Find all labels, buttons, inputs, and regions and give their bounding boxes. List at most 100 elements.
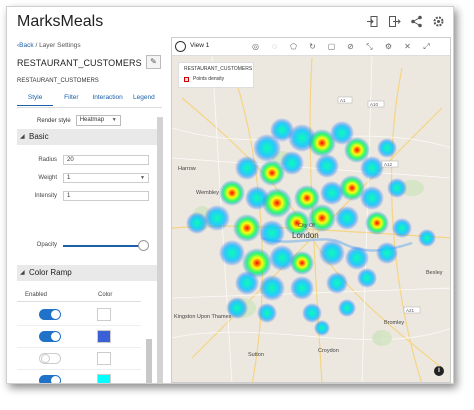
app-title: MarksMeals — [17, 13, 104, 30]
place-label-city-of: City Of — [298, 223, 315, 229]
collapse-triangle-icon: ◢ — [20, 270, 25, 276]
weight-value: 1 — [67, 175, 71, 181]
dataset-name: RESTAURANT_CUSTOMERS — [17, 58, 142, 68]
enabled-column-header: Enabled — [25, 292, 48, 298]
app-header: MarksMeals — [7, 7, 453, 37]
ramp-toggle-3[interactable] — [39, 353, 61, 364]
render-style-label: Render style — [37, 117, 71, 124]
radius-input[interactable]: 20 — [63, 155, 149, 165]
info-icon[interactable]: i — [434, 366, 444, 376]
dataset-subtitle: RESTAURANT_CUSTOMERS — [17, 78, 99, 84]
ramp-color-swatch-4[interactable] — [97, 374, 111, 383]
place-label-kingston: Kingston Upon Thames — [174, 314, 232, 320]
lasso-icon[interactable]: ◌ — [269, 41, 280, 52]
svg-text:A12: A12 — [384, 162, 393, 167]
header-actions — [366, 15, 445, 28]
collapse-triangle-icon: ◢ — [20, 134, 25, 140]
radius-value: 20 — [67, 157, 74, 163]
toggle-knob — [51, 332, 60, 341]
app-window: MarksMeals ‹Back / Layer Settings RESTAU… — [6, 6, 454, 384]
opacity-slider-thumb[interactable] — [138, 240, 149, 251]
ramp-header-divider — [17, 301, 141, 302]
legend-layer-name: RESTAURANT_CUSTOMERS — [184, 66, 253, 72]
place-label-london: London — [292, 231, 319, 240]
place-label-wembley: Wembley — [196, 190, 219, 196]
breadcrumb: ‹Back / Layer Settings — [17, 42, 81, 49]
settings-icon[interactable]: ⚙ — [383, 41, 394, 52]
basic-section-header[interactable]: ◢ Basic — [17, 129, 157, 145]
target-icon[interactable]: ◎ — [250, 41, 261, 52]
measure-icon[interactable]: ⤡ — [364, 41, 375, 52]
place-label-harrow: Harrow — [178, 166, 196, 172]
ramp-color-swatch-1[interactable] — [97, 308, 111, 321]
map-tool-icons: ◎ ◌ ⬠ ↻ ▢ ⊘ ⤡ ⚙ ✕ ⤢ — [250, 41, 432, 52]
intensity-label: Intensity — [34, 193, 57, 199]
svg-text:A10: A10 — [370, 102, 379, 107]
sign-out-icon[interactable] — [388, 15, 401, 28]
chevron-down-icon: ▼ — [140, 175, 145, 181]
opacity-label: Opacity — [36, 242, 57, 248]
ramp-color-swatch-2[interactable] — [97, 330, 111, 343]
weight-label: Weight — [38, 175, 57, 181]
intensity-input[interactable]: 1 — [63, 191, 149, 201]
svg-text:A1: A1 — [340, 98, 346, 103]
panel-scrollbar[interactable] — [157, 117, 163, 383]
render-style-value: Heatmap — [79, 117, 105, 123]
basic-section-title: Basic — [29, 132, 49, 141]
polygon-icon[interactable]: ⬠ — [288, 41, 299, 52]
breadcrumb-separator: / — [35, 42, 38, 49]
map-view[interactable]: A1 A12 A10 A21 View 1 ◎ ◌ ⬠ ↻ ▢ ⊘ ⤡ ⚙ ✕ … — [171, 37, 451, 383]
settings-tabs: Style Filter Interaction Legend — [17, 94, 162, 106]
expand-icon[interactable]: ⤢ — [421, 41, 432, 52]
radius-label: Radius — [38, 157, 57, 163]
row-divider — [17, 369, 141, 370]
place-label-bromley: Bromley — [384, 320, 405, 326]
tab-filter[interactable]: Filter — [53, 94, 89, 106]
tabs-divider — [17, 107, 162, 108]
style-settings-scroll[interactable]: ◢ Basic Radius 20 Weight 1 ▼ Intensity 1… — [17, 129, 157, 383]
map-legend: RESTAURANT_CUSTOMERS Points density — [178, 62, 254, 88]
ramp-toggle-4[interactable] — [39, 375, 61, 383]
breadcrumb-current: Layer Settings — [39, 42, 81, 49]
render-style-row: Render style Heatmap ▼ — [37, 115, 121, 126]
share-icon[interactable] — [410, 15, 423, 28]
color-column-header: Color — [98, 292, 113, 298]
toggle-knob — [41, 354, 50, 363]
clear-selection-icon[interactable]: ⊘ — [345, 41, 356, 52]
color-ramp-section-title: Color Ramp — [29, 268, 72, 277]
row-divider — [17, 325, 141, 326]
intensity-value: 1 — [67, 193, 71, 199]
sign-in-icon[interactable] — [366, 15, 379, 28]
ramp-color-swatch-3[interactable] — [97, 352, 111, 365]
place-label-sutton: Sutton — [248, 352, 264, 358]
place-label-croydon: Croydon — [318, 348, 339, 354]
legend-swatch — [184, 77, 189, 82]
close-icon[interactable]: ✕ — [402, 41, 413, 52]
map-toolbar: View 1 ◎ ◌ ⬠ ↻ ▢ ⊘ ⤡ ⚙ ✕ ⤢ — [172, 38, 450, 56]
tab-legend[interactable]: Legend — [126, 94, 162, 106]
opacity-slider-track[interactable] — [63, 245, 147, 247]
render-style-select[interactable]: Heatmap ▼ — [75, 115, 121, 126]
color-ramp-section-header[interactable]: ◢ Color Ramp — [17, 265, 157, 281]
back-link[interactable]: Back — [19, 42, 33, 49]
tab-style[interactable]: Style — [17, 94, 54, 106]
ramp-toggle-2[interactable] — [39, 331, 61, 342]
ramp-toggle-1[interactable] — [39, 309, 61, 320]
gear-icon[interactable] — [432, 15, 445, 28]
tab-interaction[interactable]: Interaction — [90, 94, 126, 106]
place-label-bexley: Bexley — [426, 270, 443, 276]
rotate-icon[interactable]: ↻ — [307, 41, 318, 52]
view-title: View 1 — [190, 42, 210, 49]
row-divider — [17, 347, 141, 348]
svg-text:A21: A21 — [406, 308, 415, 313]
rectangle-select-icon[interactable]: ▢ — [326, 41, 337, 52]
legend-item-label: Points density — [193, 76, 225, 82]
edit-icon: ✎ — [150, 57, 157, 66]
map-canvas[interactable]: A1 A12 A10 A21 — [172, 38, 451, 383]
weight-select[interactable]: 1 ▼ — [63, 173, 149, 183]
edit-dataset-button[interactable]: ✎ — [146, 55, 161, 69]
layer-settings-panel: ‹Back / Layer Settings RESTAURANT_CUSTOM… — [7, 37, 167, 383]
ramp-scrollbar-thumb[interactable] — [146, 339, 152, 383]
toggle-knob — [51, 310, 60, 319]
toggle-knob — [51, 376, 60, 383]
